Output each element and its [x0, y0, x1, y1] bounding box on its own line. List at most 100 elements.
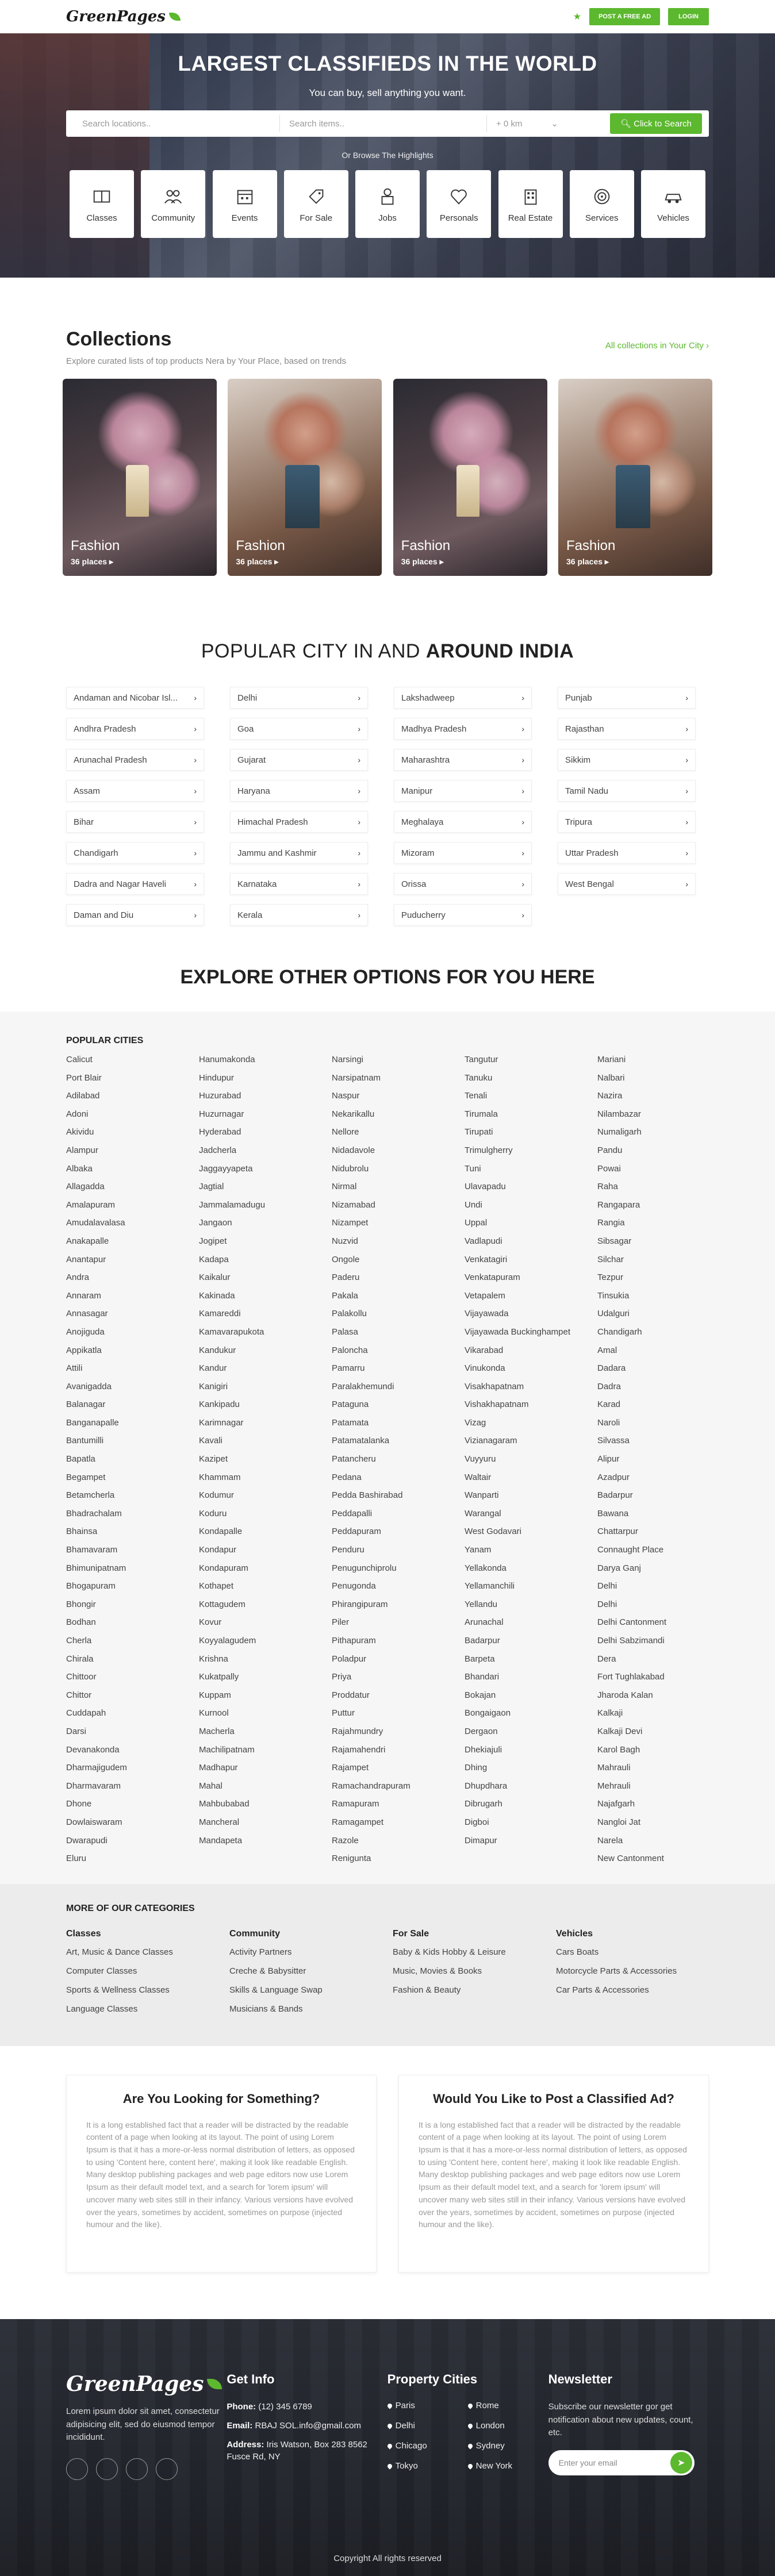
- city-link[interactable]: Dadra: [597, 1382, 730, 1401]
- state-item[interactable]: Maharashtra ›: [394, 749, 532, 771]
- collection-card[interactable]: Fashion 36 places ▸: [393, 379, 547, 576]
- city-link[interactable]: Khammam: [199, 1472, 332, 1491]
- city-link[interactable]: Kadapa: [199, 1255, 332, 1274]
- city-link[interactable]: Jaggayyapeta: [199, 1164, 332, 1183]
- city-link[interactable]: Calicut: [66, 1055, 199, 1074]
- city-link[interactable]: Tenali: [465, 1091, 597, 1110]
- city-link[interactable]: Darsi: [66, 1727, 199, 1745]
- city-link[interactable]: Palakollu: [332, 1309, 465, 1328]
- city-link[interactable]: Karol Bagh: [597, 1745, 730, 1764]
- property-city-link[interactable]: Chicago: [387, 2441, 468, 2451]
- city-link[interactable]: Huzurnagar: [199, 1110, 332, 1128]
- city-link[interactable]: Rajamahendri: [332, 1745, 465, 1764]
- city-link[interactable]: Visakhapatnam: [465, 1382, 597, 1401]
- city-link[interactable]: Kodumur: [199, 1491, 332, 1509]
- city-link[interactable]: Tangutur: [465, 1055, 597, 1074]
- state-item[interactable]: Manipur ›: [394, 780, 532, 802]
- city-link[interactable]: Appikatla: [66, 1345, 199, 1364]
- category-classes[interactable]: Classes: [70, 170, 134, 238]
- city-link[interactable]: Trimulgherry: [465, 1146, 597, 1164]
- category-link[interactable]: Cars Boats: [556, 1947, 719, 1966]
- property-city-link[interactable]: New York: [468, 2461, 548, 2471]
- city-link[interactable]: Badarpur: [465, 1636, 597, 1655]
- category-link[interactable]: Creche & Babysitter: [229, 1966, 393, 1985]
- city-link[interactable]: Puttur: [332, 1709, 465, 1727]
- city-link[interactable]: Andra: [66, 1273, 199, 1291]
- state-item[interactable]: Jammu and Kashmir ›: [230, 842, 368, 864]
- city-link[interactable]: Bantumilli: [66, 1436, 199, 1455]
- city-link[interactable]: Port Blair: [66, 1073, 199, 1092]
- city-link[interactable]: Kondapalle: [199, 1527, 332, 1545]
- city-link[interactable]: Dhupdhara: [465, 1781, 597, 1800]
- category-link[interactable]: Musicians & Bands: [229, 2004, 393, 2023]
- city-link[interactable]: Annaram: [66, 1291, 199, 1310]
- city-link[interactable]: Bhandari: [465, 1673, 597, 1691]
- city-link[interactable]: Delhi: [597, 1582, 730, 1600]
- city-link[interactable]: Tanuku: [465, 1073, 597, 1092]
- city-link[interactable]: Balanagar: [66, 1400, 199, 1418]
- city-link[interactable]: Pedana: [332, 1472, 465, 1491]
- city-link[interactable]: Vijayawada Buckinghampet: [465, 1328, 597, 1346]
- social-icon[interactable]: [126, 2458, 148, 2480]
- property-city-link[interactable]: Sydney: [468, 2441, 548, 2451]
- city-link[interactable]: Proddatur: [332, 1691, 465, 1709]
- city-link[interactable]: Peddapuram: [332, 1527, 465, 1545]
- city-link[interactable]: Vijayawada: [465, 1309, 597, 1328]
- city-link[interactable]: Kovur: [199, 1618, 332, 1636]
- city-link[interactable]: Rajahmundry: [332, 1727, 465, 1745]
- city-link[interactable]: Vizag: [465, 1418, 597, 1437]
- category-real-estate[interactable]: Real Estate: [498, 170, 563, 238]
- city-link[interactable]: Vuyyuru: [465, 1455, 597, 1473]
- state-item[interactable]: Mizoram ›: [394, 842, 532, 864]
- city-link[interactable]: Avanigadda: [66, 1382, 199, 1401]
- city-link[interactable]: Albaka: [66, 1164, 199, 1183]
- city-link[interactable]: Razole: [332, 1836, 465, 1855]
- state-item[interactable]: Chandigarh ›: [66, 842, 204, 864]
- city-link[interactable]: Devanakonda: [66, 1745, 199, 1764]
- city-link[interactable]: Udalguri: [597, 1309, 730, 1328]
- city-link[interactable]: Alipur: [597, 1455, 730, 1473]
- category-jobs[interactable]: Jobs: [355, 170, 420, 238]
- city-link[interactable]: Pandu: [597, 1146, 730, 1164]
- state-item[interactable]: West Bengal ›: [558, 873, 696, 895]
- city-link[interactable]: Najafgarh: [597, 1800, 730, 1818]
- state-item[interactable]: Meghalaya ›: [394, 811, 532, 833]
- city-link[interactable]: Dharmavaram: [66, 1781, 199, 1800]
- city-link[interactable]: Dimapur: [465, 1836, 597, 1855]
- city-link[interactable]: Cherla: [66, 1636, 199, 1655]
- city-link[interactable]: Patamata: [332, 1418, 465, 1437]
- category-personals[interactable]: Personals: [427, 170, 492, 238]
- city-link[interactable]: Amal: [597, 1345, 730, 1364]
- city-link[interactable]: Dwarapudi: [66, 1836, 199, 1855]
- city-link[interactable]: Amalapuram: [66, 1200, 199, 1219]
- city-link[interactable]: Kavali: [199, 1436, 332, 1455]
- city-link[interactable]: Jammalamadugu: [199, 1200, 332, 1219]
- state-item[interactable]: Karnataka ›: [230, 873, 368, 895]
- category-link[interactable]: Language Classes: [66, 2004, 229, 2023]
- city-link[interactable]: Nekarikallu: [332, 1110, 465, 1128]
- city-link[interactable]: Badarpur: [597, 1491, 730, 1509]
- state-item[interactable]: Punjab ›: [558, 687, 696, 709]
- city-link[interactable]: Arunachal: [465, 1618, 597, 1636]
- city-link[interactable]: Paderu: [332, 1273, 465, 1291]
- city-link[interactable]: Tirupati: [465, 1128, 597, 1146]
- city-link[interactable]: Tirumala: [465, 1110, 597, 1128]
- city-link[interactable]: Nidadavole: [332, 1146, 465, 1164]
- city-link[interactable]: Amudalavalasa: [66, 1218, 199, 1237]
- city-link[interactable]: Kamareddi: [199, 1309, 332, 1328]
- city-link[interactable]: Nizamabad: [332, 1200, 465, 1219]
- city-link[interactable]: Adilabad: [66, 1091, 199, 1110]
- distance-select[interactable]: + 0 km ⌄: [487, 115, 567, 132]
- city-link[interactable]: Dhekiajuli: [465, 1745, 597, 1764]
- city-link[interactable]: Ulavapadu: [465, 1182, 597, 1201]
- state-item[interactable]: Puducherry ›: [394, 904, 532, 926]
- city-link[interactable]: Betamcherla: [66, 1491, 199, 1509]
- city-link[interactable]: Karimnagar: [199, 1418, 332, 1437]
- city-link[interactable]: Paralakhemundi: [332, 1382, 465, 1401]
- state-item[interactable]: Dadra and Nagar Haveli ›: [66, 873, 204, 895]
- city-link[interactable]: Dadara: [597, 1364, 730, 1382]
- city-link[interactable]: Kuppam: [199, 1691, 332, 1709]
- city-link[interactable]: Ramagampet: [332, 1818, 465, 1836]
- state-item[interactable]: Uttar Pradesh ›: [558, 842, 696, 864]
- city-link[interactable]: Bawana: [597, 1509, 730, 1528]
